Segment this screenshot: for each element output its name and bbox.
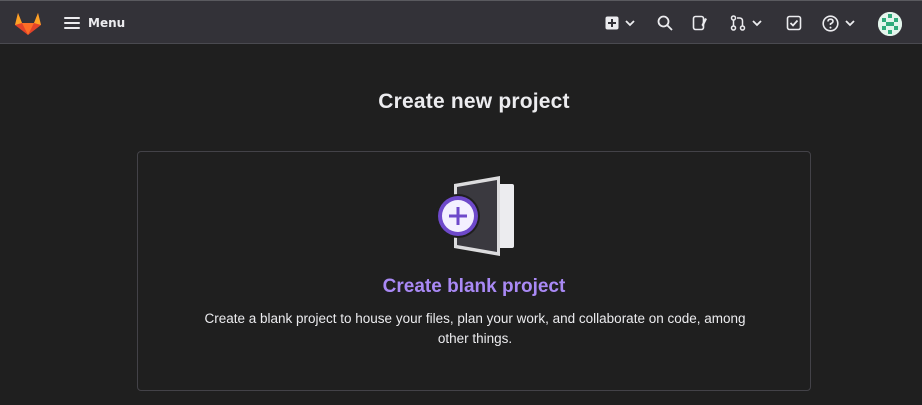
chevron-down-icon <box>752 20 762 27</box>
todos-button[interactable] <box>786 12 802 34</box>
create-blank-project-card[interactable]: Create blank project Create a blank proj… <box>137 151 811 391</box>
merge-requests-button[interactable] <box>730 12 762 34</box>
chevron-down-icon <box>845 20 855 27</box>
hamburger-icon <box>64 17 80 29</box>
plus-square-icon <box>605 16 619 30</box>
merge-request-icon <box>730 15 746 31</box>
search-button[interactable] <box>657 12 673 34</box>
chevron-down-icon <box>625 20 635 27</box>
menu-label: Menu <box>88 16 126 30</box>
top-navbar: Menu <box>0 0 922 44</box>
help-dropdown-button[interactable] <box>822 12 855 34</box>
gitlab-logo-icon[interactable] <box>13 10 43 36</box>
menu-button[interactable]: Menu <box>60 11 129 35</box>
blank-project-illustration-icon <box>434 176 518 256</box>
todo-checkbox-icon <box>786 15 802 31</box>
issues-button[interactable] <box>692 12 708 34</box>
new-dropdown-button[interactable] <box>605 12 635 34</box>
search-icon <box>657 15 673 31</box>
user-avatar[interactable] <box>878 12 902 36</box>
card-description: Create a blank project to house your fil… <box>204 311 746 346</box>
issues-icon <box>692 15 707 31</box>
card-title: Create blank project <box>382 276 566 297</box>
identicon-icon <box>878 12 902 36</box>
page-title: Create new project <box>378 90 570 113</box>
help-icon <box>822 14 839 32</box>
